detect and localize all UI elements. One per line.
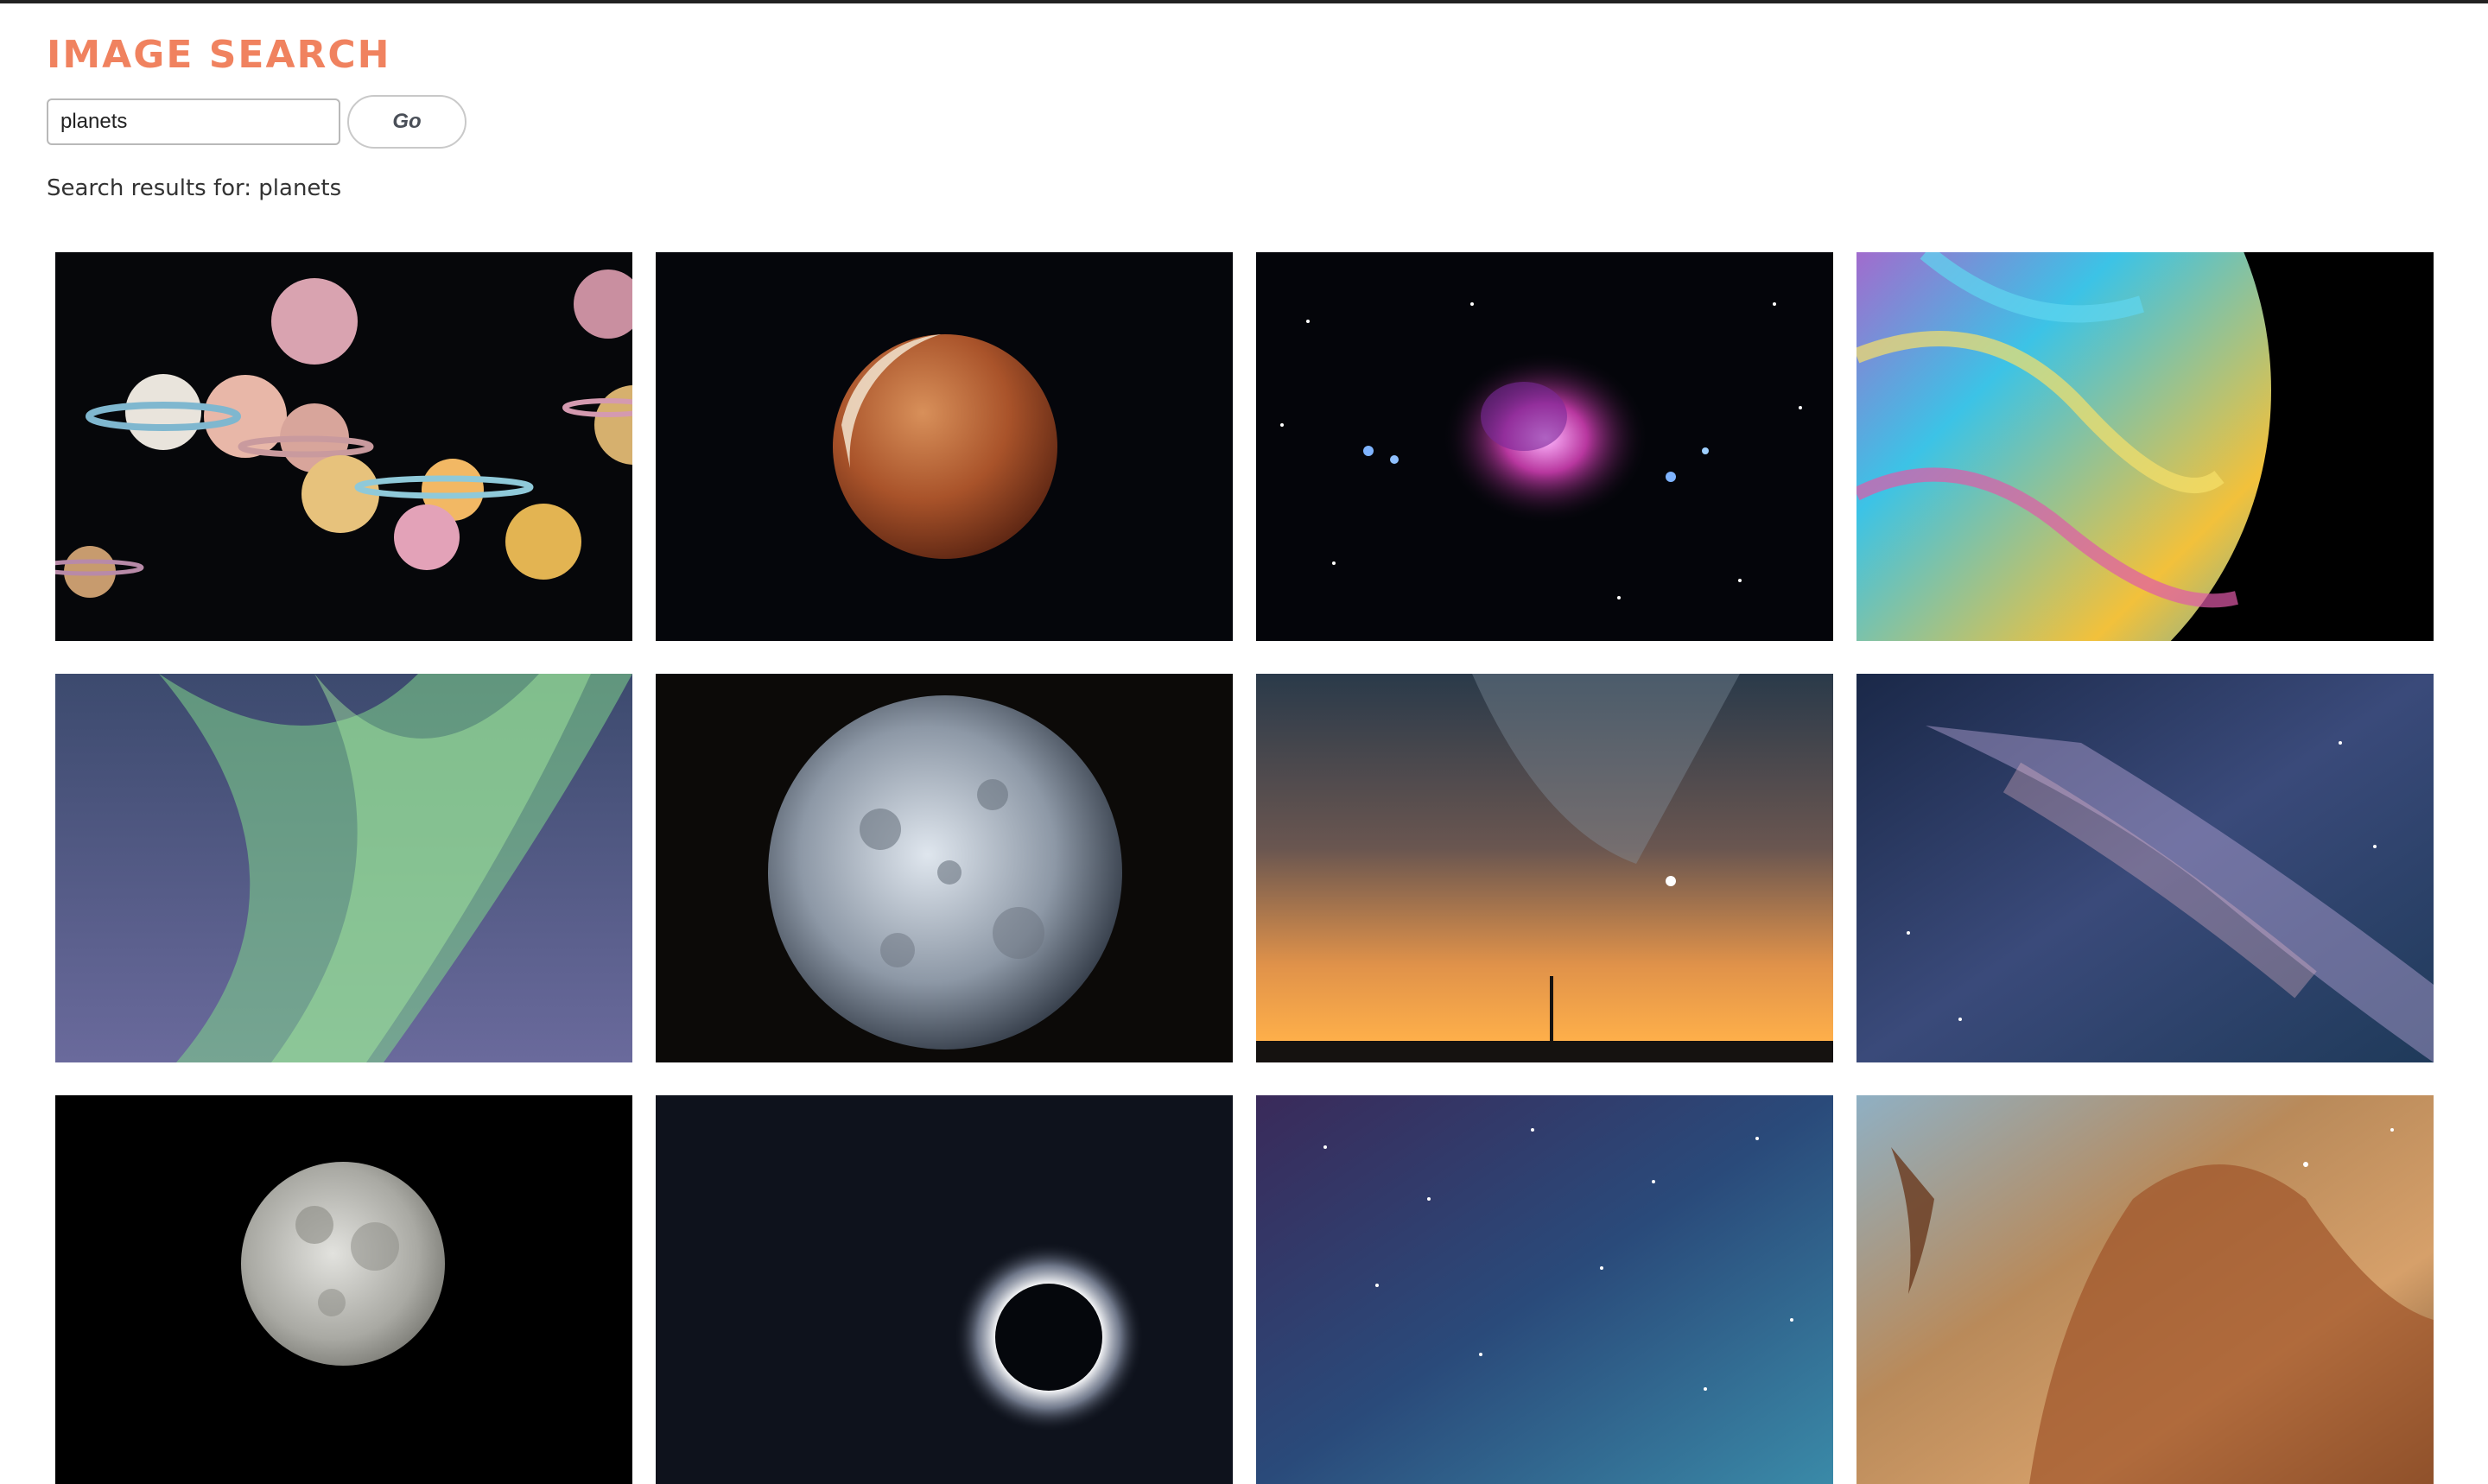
image-results-grid — [55, 252, 2434, 1484]
result-image-milky-way[interactable] — [1856, 674, 2434, 1062]
result-image-solar-eclipse[interactable] — [656, 1095, 1233, 1484]
result-image-full-moon[interactable] — [55, 1095, 632, 1484]
result-image-starry-sky[interactable] — [1256, 1095, 1833, 1484]
result-image-sunset-sky[interactable] — [1256, 674, 1833, 1062]
search-input[interactable] — [47, 98, 340, 145]
result-image-carina-nebula[interactable] — [1856, 1095, 2434, 1484]
results-caption: Search results for: planets — [47, 173, 341, 204]
result-image-orion-nebula[interactable] — [1256, 252, 1833, 641]
result-image-bubble-planet[interactable] — [1856, 252, 2434, 641]
top-border — [0, 0, 2488, 3]
result-image-moon-sculpture[interactable] — [656, 674, 1233, 1062]
result-image-blood-moon[interactable] — [656, 252, 1233, 641]
result-image-aurora[interactable] — [55, 674, 632, 1062]
results-caption-prefix: Search results for: — [47, 175, 252, 201]
go-button[interactable]: Go — [347, 95, 466, 149]
app-title: IMAGE SEARCH — [47, 33, 391, 77]
result-image-toy-planets[interactable] — [55, 252, 632, 641]
results-caption-query: planets — [258, 175, 342, 201]
